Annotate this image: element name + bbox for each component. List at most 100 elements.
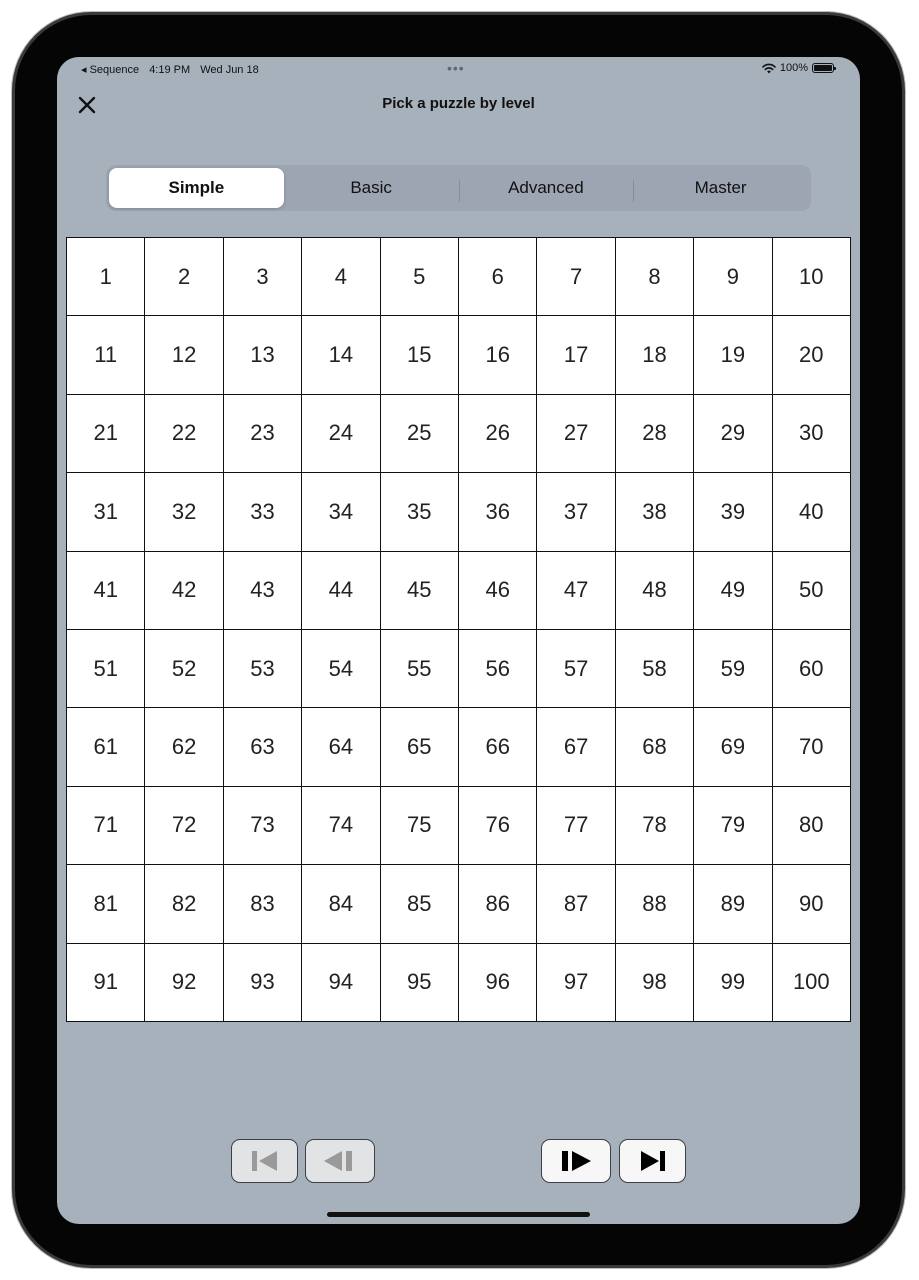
puzzle-cell[interactable]: 7: [537, 238, 616, 317]
segment-simple[interactable]: Simple: [109, 168, 284, 208]
puzzle-cell[interactable]: 55: [380, 630, 459, 709]
puzzle-cell[interactable]: 51: [67, 630, 146, 709]
puzzle-cell[interactable]: 63: [223, 708, 303, 787]
segment-advanced[interactable]: Advanced: [458, 168, 634, 208]
puzzle-cell[interactable]: 59: [694, 630, 773, 709]
puzzle-cell[interactable]: 80: [772, 786, 851, 866]
puzzle-cell[interactable]: 24: [302, 394, 381, 474]
puzzle-cell[interactable]: 87: [537, 865, 616, 944]
puzzle-cell[interactable]: 90: [772, 865, 851, 944]
puzzle-cell[interactable]: 92: [145, 943, 224, 1022]
puzzle-cell[interactable]: 54: [302, 630, 381, 709]
puzzle-cell[interactable]: 45: [380, 551, 459, 630]
puzzle-cell[interactable]: 29: [694, 394, 773, 474]
puzzle-cell[interactable]: 86: [459, 865, 538, 944]
puzzle-cell[interactable]: 47: [537, 551, 616, 630]
puzzle-cell[interactable]: 21: [67, 394, 146, 474]
puzzle-cell[interactable]: 35: [380, 473, 459, 552]
puzzle-cell[interactable]: 75: [380, 786, 459, 866]
puzzle-cell[interactable]: 31: [67, 473, 146, 552]
puzzle-cell[interactable]: 74: [302, 786, 381, 866]
puzzle-cell[interactable]: 71: [67, 786, 146, 866]
puzzle-cell[interactable]: 70: [772, 708, 851, 787]
puzzle-cell[interactable]: 16: [459, 316, 538, 395]
puzzle-cell[interactable]: 98: [615, 943, 695, 1022]
puzzle-cell[interactable]: 78: [615, 786, 695, 866]
puzzle-cell[interactable]: 25: [380, 394, 459, 474]
puzzle-cell[interactable]: 91: [67, 943, 146, 1022]
puzzle-cell[interactable]: 20: [772, 316, 851, 395]
puzzle-cell[interactable]: 61: [67, 708, 146, 787]
puzzle-cell[interactable]: 89: [694, 865, 773, 944]
puzzle-cell[interactable]: 68: [615, 708, 695, 787]
puzzle-cell[interactable]: 38: [615, 473, 695, 552]
last-page-button[interactable]: [619, 1139, 686, 1183]
puzzle-cell[interactable]: 28: [615, 394, 695, 474]
puzzle-cell[interactable]: 50: [772, 551, 851, 630]
puzzle-cell[interactable]: 19: [694, 316, 773, 395]
puzzle-cell[interactable]: 1: [67, 238, 146, 317]
puzzle-cell[interactable]: 9: [694, 238, 773, 317]
puzzle-cell[interactable]: 69: [694, 708, 773, 787]
previous-page-button[interactable]: [305, 1139, 375, 1183]
next-page-button[interactable]: [541, 1139, 611, 1183]
puzzle-cell[interactable]: 64: [302, 708, 381, 787]
puzzle-cell[interactable]: 96: [459, 943, 538, 1022]
puzzle-cell[interactable]: 95: [380, 943, 459, 1022]
puzzle-cell[interactable]: 26: [459, 394, 538, 474]
back-to-app-link[interactable]: ◂ Sequence: [81, 64, 139, 76]
puzzle-cell[interactable]: 48: [615, 551, 695, 630]
puzzle-cell[interactable]: 30: [772, 394, 851, 474]
puzzle-cell[interactable]: 46: [459, 551, 538, 630]
puzzle-cell[interactable]: 18: [615, 316, 695, 395]
puzzle-cell[interactable]: 99: [694, 943, 773, 1022]
segment-basic[interactable]: Basic: [284, 168, 459, 208]
first-page-button[interactable]: [231, 1139, 298, 1183]
puzzle-cell[interactable]: 58: [615, 630, 695, 709]
puzzle-cell[interactable]: 33: [223, 473, 303, 552]
puzzle-cell[interactable]: 11: [67, 316, 146, 395]
puzzle-cell[interactable]: 22: [145, 394, 224, 474]
puzzle-cell[interactable]: 43: [223, 551, 303, 630]
segment-master[interactable]: Master: [633, 168, 808, 208]
puzzle-cell[interactable]: 40: [772, 473, 851, 552]
puzzle-cell[interactable]: 37: [537, 473, 616, 552]
puzzle-cell[interactable]: 82: [145, 865, 224, 944]
puzzle-cell[interactable]: 97: [537, 943, 616, 1022]
puzzle-cell[interactable]: 42: [145, 551, 224, 630]
puzzle-cell[interactable]: 83: [223, 865, 303, 944]
puzzle-cell[interactable]: 4: [302, 238, 381, 317]
puzzle-cell[interactable]: 36: [459, 473, 538, 552]
puzzle-cell[interactable]: 53: [223, 630, 303, 709]
puzzle-cell[interactable]: 39: [694, 473, 773, 552]
puzzle-cell[interactable]: 44: [302, 551, 381, 630]
puzzle-cell[interactable]: 32: [145, 473, 224, 552]
puzzle-cell[interactable]: 93: [223, 943, 303, 1022]
puzzle-cell[interactable]: 57: [537, 630, 616, 709]
puzzle-cell[interactable]: 62: [145, 708, 224, 787]
puzzle-cell[interactable]: 15: [380, 316, 459, 395]
multitasking-dots[interactable]: •••: [447, 60, 465, 76]
puzzle-cell[interactable]: 41: [67, 551, 146, 630]
puzzle-cell[interactable]: 100: [772, 943, 851, 1022]
puzzle-cell[interactable]: 65: [380, 708, 459, 787]
puzzle-cell[interactable]: 10: [772, 238, 851, 317]
puzzle-cell[interactable]: 81: [67, 865, 146, 944]
puzzle-cell[interactable]: 6: [459, 238, 538, 317]
puzzle-cell[interactable]: 85: [380, 865, 459, 944]
puzzle-cell[interactable]: 8: [615, 238, 695, 317]
puzzle-cell[interactable]: 94: [302, 943, 381, 1022]
puzzle-cell[interactable]: 49: [694, 551, 773, 630]
puzzle-cell[interactable]: 66: [459, 708, 538, 787]
puzzle-cell[interactable]: 13: [223, 316, 303, 395]
puzzle-cell[interactable]: 60: [772, 630, 851, 709]
puzzle-cell[interactable]: 14: [302, 316, 381, 395]
puzzle-cell[interactable]: 72: [145, 786, 224, 866]
puzzle-cell[interactable]: 76: [459, 786, 538, 866]
puzzle-cell[interactable]: 88: [615, 865, 695, 944]
puzzle-cell[interactable]: 34: [302, 473, 381, 552]
puzzle-cell[interactable]: 73: [223, 786, 303, 866]
puzzle-cell[interactable]: 67: [537, 708, 616, 787]
puzzle-cell[interactable]: 12: [145, 316, 224, 395]
puzzle-cell[interactable]: 17: [537, 316, 616, 395]
